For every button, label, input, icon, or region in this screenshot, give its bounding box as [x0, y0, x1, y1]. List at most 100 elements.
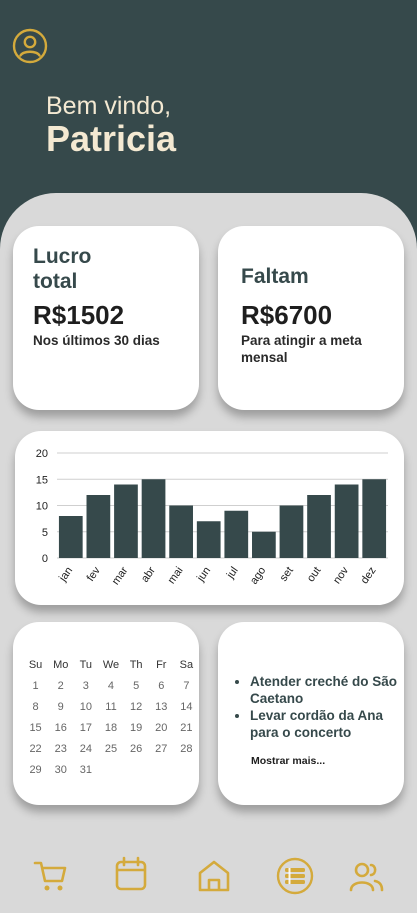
calendar-week-row: 1234567 [23, 675, 199, 696]
calendar-day[interactable]: 4 [98, 680, 123, 692]
calendar-week-row: 8 9 10 11 12 13 14 [23, 696, 199, 717]
calendar-day[interactable]: 27 [149, 743, 174, 755]
calendar-day[interactable]: 19 [124, 722, 149, 734]
goal-title: Faltam [241, 265, 309, 288]
calendar-day[interactable]: 31 [73, 764, 98, 776]
calendar-day[interactable]: 9 [48, 701, 73, 713]
bar [141, 479, 166, 558]
x-tick-label: mar [110, 565, 131, 588]
profit-card[interactable]: Lucro total R$1502 Nos últimos 30 dias [13, 226, 199, 410]
bar [252, 531, 276, 558]
home-icon [198, 860, 230, 892]
calendar-day[interactable]: 1 [23, 680, 48, 692]
calendar-day[interactable]: 21 [174, 722, 199, 734]
show-more-link[interactable]: Mostrar mais... [251, 755, 325, 767]
task-item[interactable]: Atender creché do São Caetano [250, 674, 410, 707]
user-name: Patricia [46, 118, 177, 159]
bar [334, 484, 359, 558]
bar [224, 510, 249, 558]
chart-card: 0 5 10 15 20 jan fev mar abr mai jun jul ago set out no… [15, 431, 404, 605]
x-tick-label: fev [85, 564, 104, 583]
calendar-weekday: Th [129, 658, 143, 671]
y-tick-label: 10 [36, 501, 48, 513]
calendar-day[interactable]: 13 [149, 701, 174, 713]
calendar-day[interactable]: 2 [48, 680, 73, 692]
y-tick-label: 15 [36, 474, 48, 486]
task-list: Atender creché do São Caetano Levar cord… [232, 674, 410, 742]
calendar-weekday: Su [28, 658, 43, 671]
calendar-day[interactable]: 23 [48, 743, 73, 755]
y-tick-label: 20 [36, 448, 48, 460]
nav-cart[interactable] [33, 858, 69, 894]
calendar-weekday: Fr [156, 658, 167, 671]
x-tick-label: mai [166, 565, 186, 586]
calendar-week-row: 22 23 24 25 26 27 28 [23, 738, 199, 759]
bar [114, 484, 138, 558]
calendar-day[interactable]: 7 [174, 680, 199, 692]
list-icon [276, 857, 314, 895]
nav-calendar[interactable] [113, 856, 149, 892]
x-tick-label: jun [194, 565, 213, 585]
calendar-day[interactable]: 22 [23, 743, 48, 755]
goal-card[interactable]: Faltam R$6700 Para atingir a meta mensal [218, 226, 404, 410]
cart-icon [33, 861, 67, 891]
x-tick-label: nov [331, 564, 351, 586]
bar [362, 479, 387, 558]
calendar-day[interactable]: 26 [124, 743, 149, 755]
calendar-day[interactable]: 17 [73, 722, 98, 734]
calendar-day[interactable]: 25 [98, 743, 123, 755]
calendar-day[interactable]: 18 [98, 722, 123, 734]
task-item[interactable]: Levar cordão da Ana para o concerto [250, 708, 410, 741]
calendar-day[interactable]: 11 [98, 701, 123, 713]
bar-chart: 0 5 10 15 20 jan fev mar abr mai jun jul ago set out no… [36, 448, 388, 588]
x-tick-label: set [278, 565, 296, 584]
profile-button[interactable] [12, 28, 48, 64]
calendar-day[interactable]: 10 [73, 701, 98, 713]
calendar-day[interactable]: 28 [174, 743, 199, 755]
calendar-week-row: 29 30 31 [23, 759, 199, 780]
calendar-icon [115, 856, 147, 891]
calendar-day[interactable]: 30 [48, 764, 73, 776]
calendar-day[interactable]: 14 [174, 701, 199, 713]
bar [279, 505, 304, 558]
calendar-weekday-row: Su Mo Tu We Th Fr Sa [23, 654, 199, 675]
nav-list[interactable] [276, 857, 314, 895]
goal-value: R$6700 [241, 300, 333, 330]
calendar-day[interactable]: 20 [149, 722, 174, 734]
calendar-weekday: Sa [179, 658, 194, 671]
bar [307, 495, 331, 558]
greeting-text: Bem vindo, [46, 92, 172, 120]
x-tick-label: out [305, 565, 324, 584]
calendar-day[interactable]: 29 [23, 764, 48, 776]
calendar-day[interactable]: 12 [124, 701, 149, 713]
x-tick-label: abr [139, 565, 158, 585]
calendar-day[interactable]: 5 [124, 680, 149, 692]
y-tick-label: 5 [42, 527, 48, 539]
nav-users[interactable] [349, 860, 385, 896]
profit-value: R$1502 [33, 300, 125, 330]
tasks-card: Atender creché do São Caetano Levar cord… [218, 622, 404, 805]
x-tick-label: jul [224, 565, 241, 582]
bar [58, 516, 83, 558]
calendar-day[interactable]: 16 [48, 722, 73, 734]
y-tick-label: 0 [42, 553, 48, 565]
user-circle-icon [12, 28, 48, 64]
x-tick-label: dez [359, 565, 379, 586]
calendar-day[interactable]: 8 [23, 701, 48, 713]
calendar-week-row: 15 16 17 18 19 20 21 [23, 717, 199, 738]
profit-title: Lucro total [33, 245, 92, 293]
x-tick-label: jan [56, 565, 75, 585]
calendar-weekday: Tu [79, 658, 93, 671]
profit-subtitle: Nos últimos 30 dias [33, 333, 160, 348]
calendar-day[interactable]: 6 [149, 680, 174, 692]
calendar-day[interactable]: 3 [73, 680, 98, 692]
calendar-day[interactable]: 24 [73, 743, 98, 755]
bar [196, 521, 221, 558]
bar [169, 505, 193, 558]
calendar-day[interactable]: 15 [23, 722, 48, 734]
nav-home[interactable] [196, 858, 232, 894]
x-tick-label: ago [248, 565, 268, 587]
goal-subtitle: Para atingir a meta mensal [241, 333, 362, 365]
bar [86, 495, 111, 558]
calendar-grid: Su Mo Tu We Th Fr Sa 1 2 3 4 5 6 7 8 9 10 11 12 13 14 15 16 17 1… [23, 654, 199, 780]
